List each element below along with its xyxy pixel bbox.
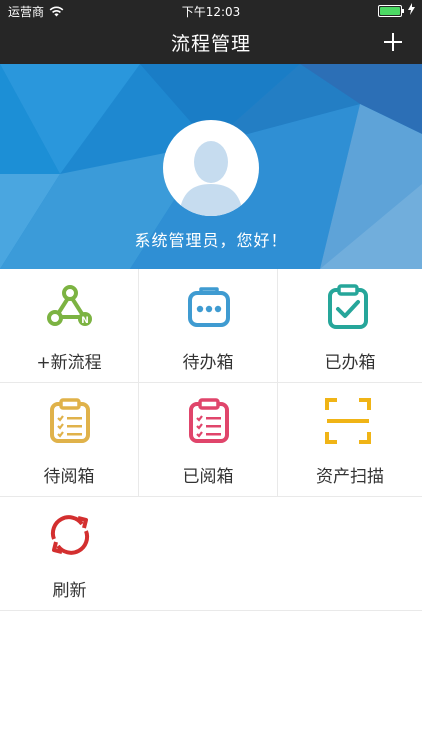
avatar[interactable] xyxy=(163,120,259,216)
done-clipboard-icon xyxy=(328,284,368,329)
scan-icon xyxy=(325,398,371,444)
to-read-box-button[interactable]: 待阅箱 xyxy=(0,383,139,497)
plus-icon[interactable] xyxy=(382,31,404,53)
user-silhouette-icon xyxy=(179,141,243,216)
read-clipboard-icon xyxy=(189,398,229,443)
page-title: 流程管理 xyxy=(170,33,251,55)
status-time: 下午12:03 xyxy=(181,5,241,19)
menu-label: +新流程 xyxy=(36,353,102,373)
workflow-nodes-icon: N xyxy=(47,285,92,326)
pending-box-icon xyxy=(188,287,230,327)
read-box-button[interactable]: 已阅箱 xyxy=(139,383,278,497)
svg-text:N: N xyxy=(81,316,89,326)
battery-icon xyxy=(378,5,404,17)
menu-label: 待阅箱 xyxy=(43,467,95,487)
refresh-button[interactable]: 刷新 xyxy=(0,497,139,611)
asset-scan-button[interactable]: 资产扫描 xyxy=(278,383,422,497)
grid-bottom-divider xyxy=(0,610,422,611)
navigation-bar: 运营商 下午12:03 流程管理 xyxy=(0,0,422,64)
menu-label: 刷新 xyxy=(52,581,87,601)
charging-bolt-icon xyxy=(408,3,415,15)
menu-label: 资产扫描 xyxy=(316,467,384,487)
new-workflow-button[interactable]: N +新流程 xyxy=(0,269,139,383)
menu-label: 已办箱 xyxy=(324,353,376,373)
greeting-text: 系统管理员，您好！ xyxy=(134,231,288,250)
to-read-clipboard-icon xyxy=(50,398,90,443)
status-bar: 运营商 下午12:03 xyxy=(0,0,422,20)
profile-banner: 系统管理员，您好！ xyxy=(0,64,422,269)
pending-box-button[interactable]: 待办箱 xyxy=(139,269,278,383)
menu-label: 待办箱 xyxy=(182,353,234,373)
done-box-button[interactable]: 已办箱 xyxy=(278,269,422,383)
refresh-icon xyxy=(50,515,90,555)
menu-label: 已阅箱 xyxy=(182,467,234,487)
